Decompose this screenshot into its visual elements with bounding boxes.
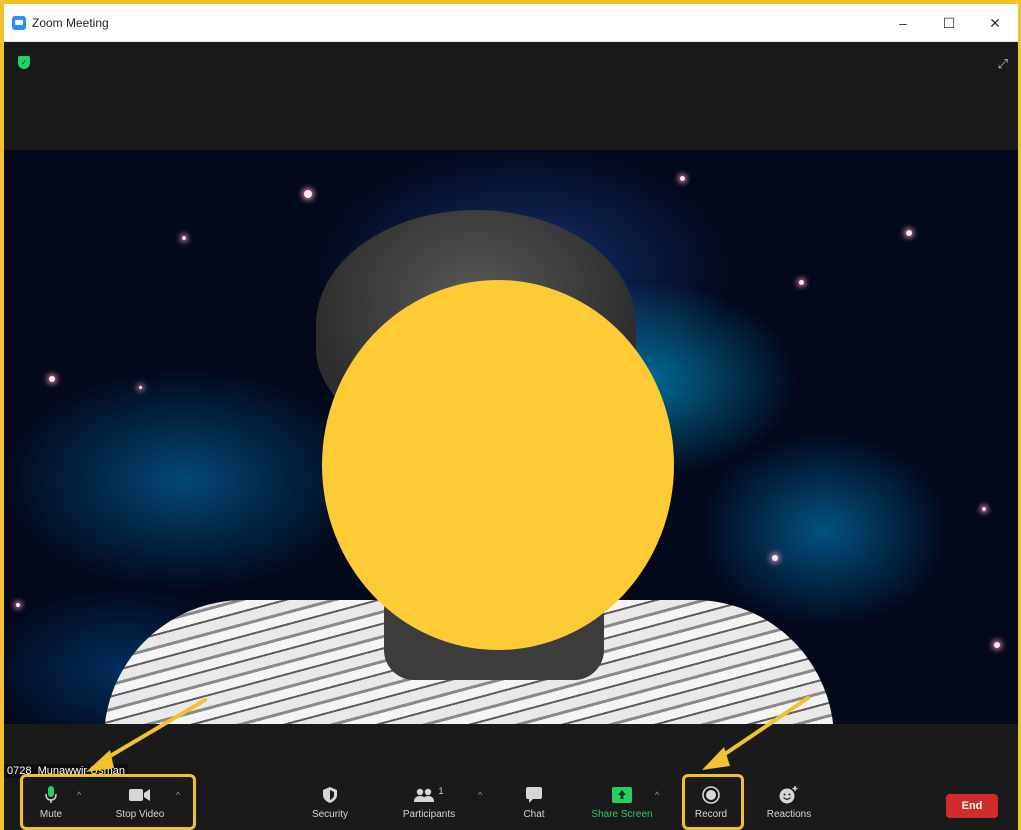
face-mask-circle [322,280,674,650]
highlight-box-record [682,774,744,830]
security-label: Security [311,809,349,820]
bottom-band: 0728_Munawwir Usman Mute ^ Stop Video ^ … [4,724,1018,830]
zoom-meeting-window: Zoom Meeting – ☐ ✕ ✓ ⤢ 0728_Munawwir Usm… [4,4,1018,830]
minimize-button[interactable]: – [880,4,926,42]
reactions-label: Reactions [766,809,812,820]
highlight-box-audio-video [20,774,196,830]
star [680,176,685,181]
share-screen-button[interactable]: Share Screen [586,780,658,830]
reactions-button[interactable]: Reactions [758,780,820,830]
participants-label: Participants [402,809,456,820]
encryption-shield-icon[interactable]: ✓ [18,56,30,69]
participants-button[interactable]: 1 Participants [394,780,464,830]
star [139,386,142,389]
video-feed [4,150,1018,724]
security-button[interactable]: Security [302,780,358,830]
smiley-plus-icon [778,786,800,804]
meeting-toolbar: Mute ^ Stop Video ^ Security 1 Participa… [4,774,1018,830]
shield-icon [319,786,341,804]
people-icon: 1 [414,786,444,804]
participants-options-caret[interactable]: ^ [478,790,482,800]
end-meeting-button[interactable]: End [946,794,998,818]
star [906,230,912,236]
chat-label: Chat [523,809,545,820]
star [799,280,804,285]
star [49,376,55,382]
star [16,603,20,607]
star [994,642,1000,648]
star [304,190,312,198]
star [772,555,778,561]
top-band: ✓ ⤢ [4,42,1018,150]
close-button[interactable]: ✕ [972,4,1018,42]
share-options-caret[interactable]: ^ [655,790,659,800]
zoom-app-icon [12,15,26,30]
share-screen-label: Share Screen [591,809,653,820]
window-title: Zoom Meeting [32,15,109,30]
participants-count: 1 [438,786,444,796]
maximize-button[interactable]: ☐ [926,4,972,42]
star [182,236,186,240]
chat-button[interactable]: Chat [512,780,556,830]
star [982,507,986,511]
share-screen-icon [611,786,633,804]
fullscreen-icon[interactable]: ⤢ [998,56,1008,72]
chat-bubble-icon [523,786,545,804]
window-controls: – ☐ ✕ [880,4,1018,42]
title-bar: Zoom Meeting – ☐ ✕ [4,4,1018,42]
